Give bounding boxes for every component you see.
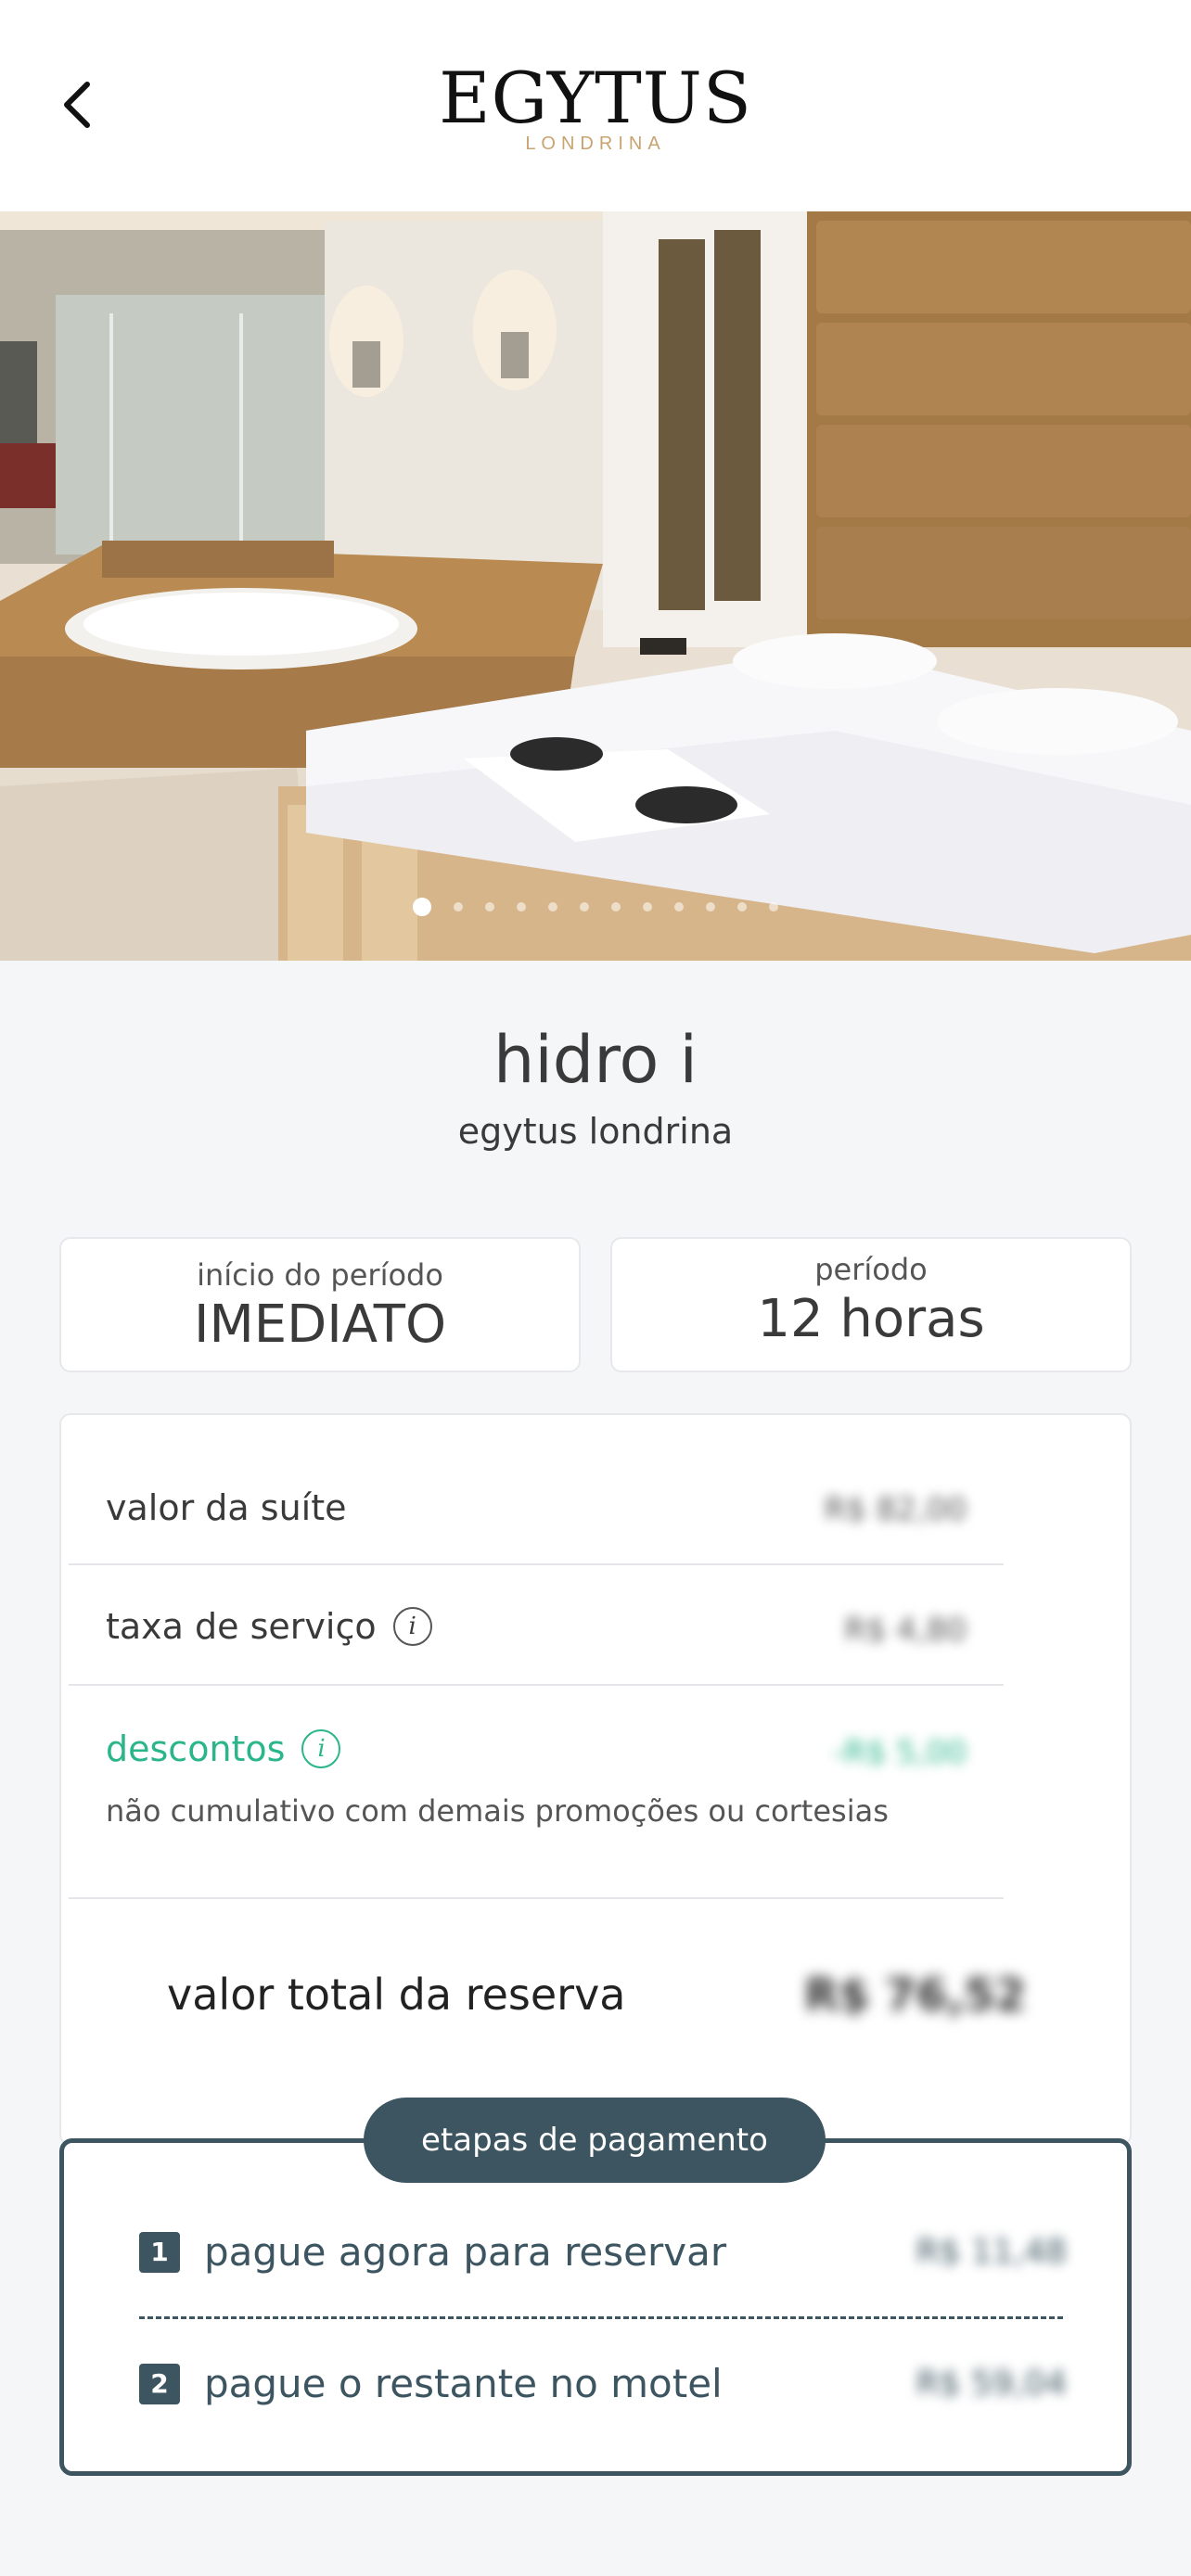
period-start-card: início do período IMEDIATO	[59, 1237, 581, 1372]
motel-name: egytus londrina	[457, 1111, 734, 1152]
period-start-value: IMEDIATO	[193, 1294, 447, 1355]
divider	[69, 1897, 1004, 1899]
suite-price-value: R$ 82,00	[824, 1491, 967, 1528]
step-label: pague agora para reservar	[204, 2229, 727, 2275]
payment-steps-title: etapas de pagamento	[364, 2098, 826, 2183]
payment-step-2: 2 pague o restante no motel R$ 59,04	[139, 2361, 1067, 2406]
carousel-dot[interactable]	[769, 902, 778, 912]
discount-note: não cumulativo com demais promoções ou c…	[106, 1793, 889, 1829]
discount-label: descontos	[106, 1728, 286, 1769]
step-label: pague o restante no motel	[204, 2361, 723, 2406]
carousel-dot[interactable]	[413, 898, 431, 916]
suite-price-label: valor da suíte	[106, 1487, 347, 1528]
step-value: R$ 59,04	[916, 2365, 1067, 2403]
logo-main-text: EGYTUS	[439, 57, 752, 139]
carousel-dot[interactable]	[485, 902, 494, 912]
carousel-dot[interactable]	[517, 902, 526, 912]
payment-step-1: 1 pague agora para reservar R$ 11,48	[139, 2229, 1067, 2275]
suite-photo-carousel[interactable]	[0, 211, 1191, 961]
divider	[69, 1684, 1004, 1686]
divider	[69, 1563, 1004, 1565]
carousel-dot[interactable]	[611, 902, 621, 912]
logo-sub-text: LONDRINA	[525, 134, 666, 154]
carousel-dot[interactable]	[737, 902, 747, 912]
carousel-pagination	[0, 898, 1191, 916]
suite-name: hidro i	[493, 1022, 698, 1098]
discount-value: -R$ 5,00	[832, 1734, 967, 1771]
total-value: R$ 76,52	[804, 1970, 1026, 2021]
service-fee-value: R$ 4,80	[844, 1612, 967, 1649]
carousel-dot[interactable]	[674, 902, 684, 912]
period-duration-card[interactable]: período 12 horas	[610, 1237, 1132, 1372]
step-value: R$ 11,48	[916, 2233, 1067, 2271]
discount-label-group: descontos i	[106, 1728, 341, 1769]
step-number: 2	[139, 2363, 180, 2404]
carousel-dot[interactable]	[580, 902, 589, 912]
service-fee-label: taxa de serviço	[106, 1606, 377, 1647]
payment-steps-box	[59, 2138, 1132, 2476]
service-fee-label-group: taxa de serviço i	[106, 1606, 432, 1647]
period-start-label: início do período	[197, 1257, 443, 1293]
brand-logo: EGYTUS LONDRINA	[0, 59, 1191, 155]
step-number: 1	[139, 2231, 180, 2273]
period-duration-value: 12 horas	[757, 1289, 985, 1349]
dashed-divider	[139, 2316, 1063, 2319]
suite-photo	[0, 211, 1191, 961]
total-label: valor total da reserva	[167, 1970, 626, 2020]
carousel-dot[interactable]	[548, 902, 557, 912]
carousel-dot[interactable]	[706, 902, 715, 912]
app-header: EGYTUS LONDRINA	[0, 0, 1191, 211]
carousel-dot[interactable]	[454, 902, 463, 912]
info-icon[interactable]: i	[301, 1729, 341, 1768]
info-icon[interactable]: i	[392, 1607, 432, 1646]
carousel-dot[interactable]	[643, 902, 652, 912]
period-duration-label: período	[814, 1252, 928, 1287]
